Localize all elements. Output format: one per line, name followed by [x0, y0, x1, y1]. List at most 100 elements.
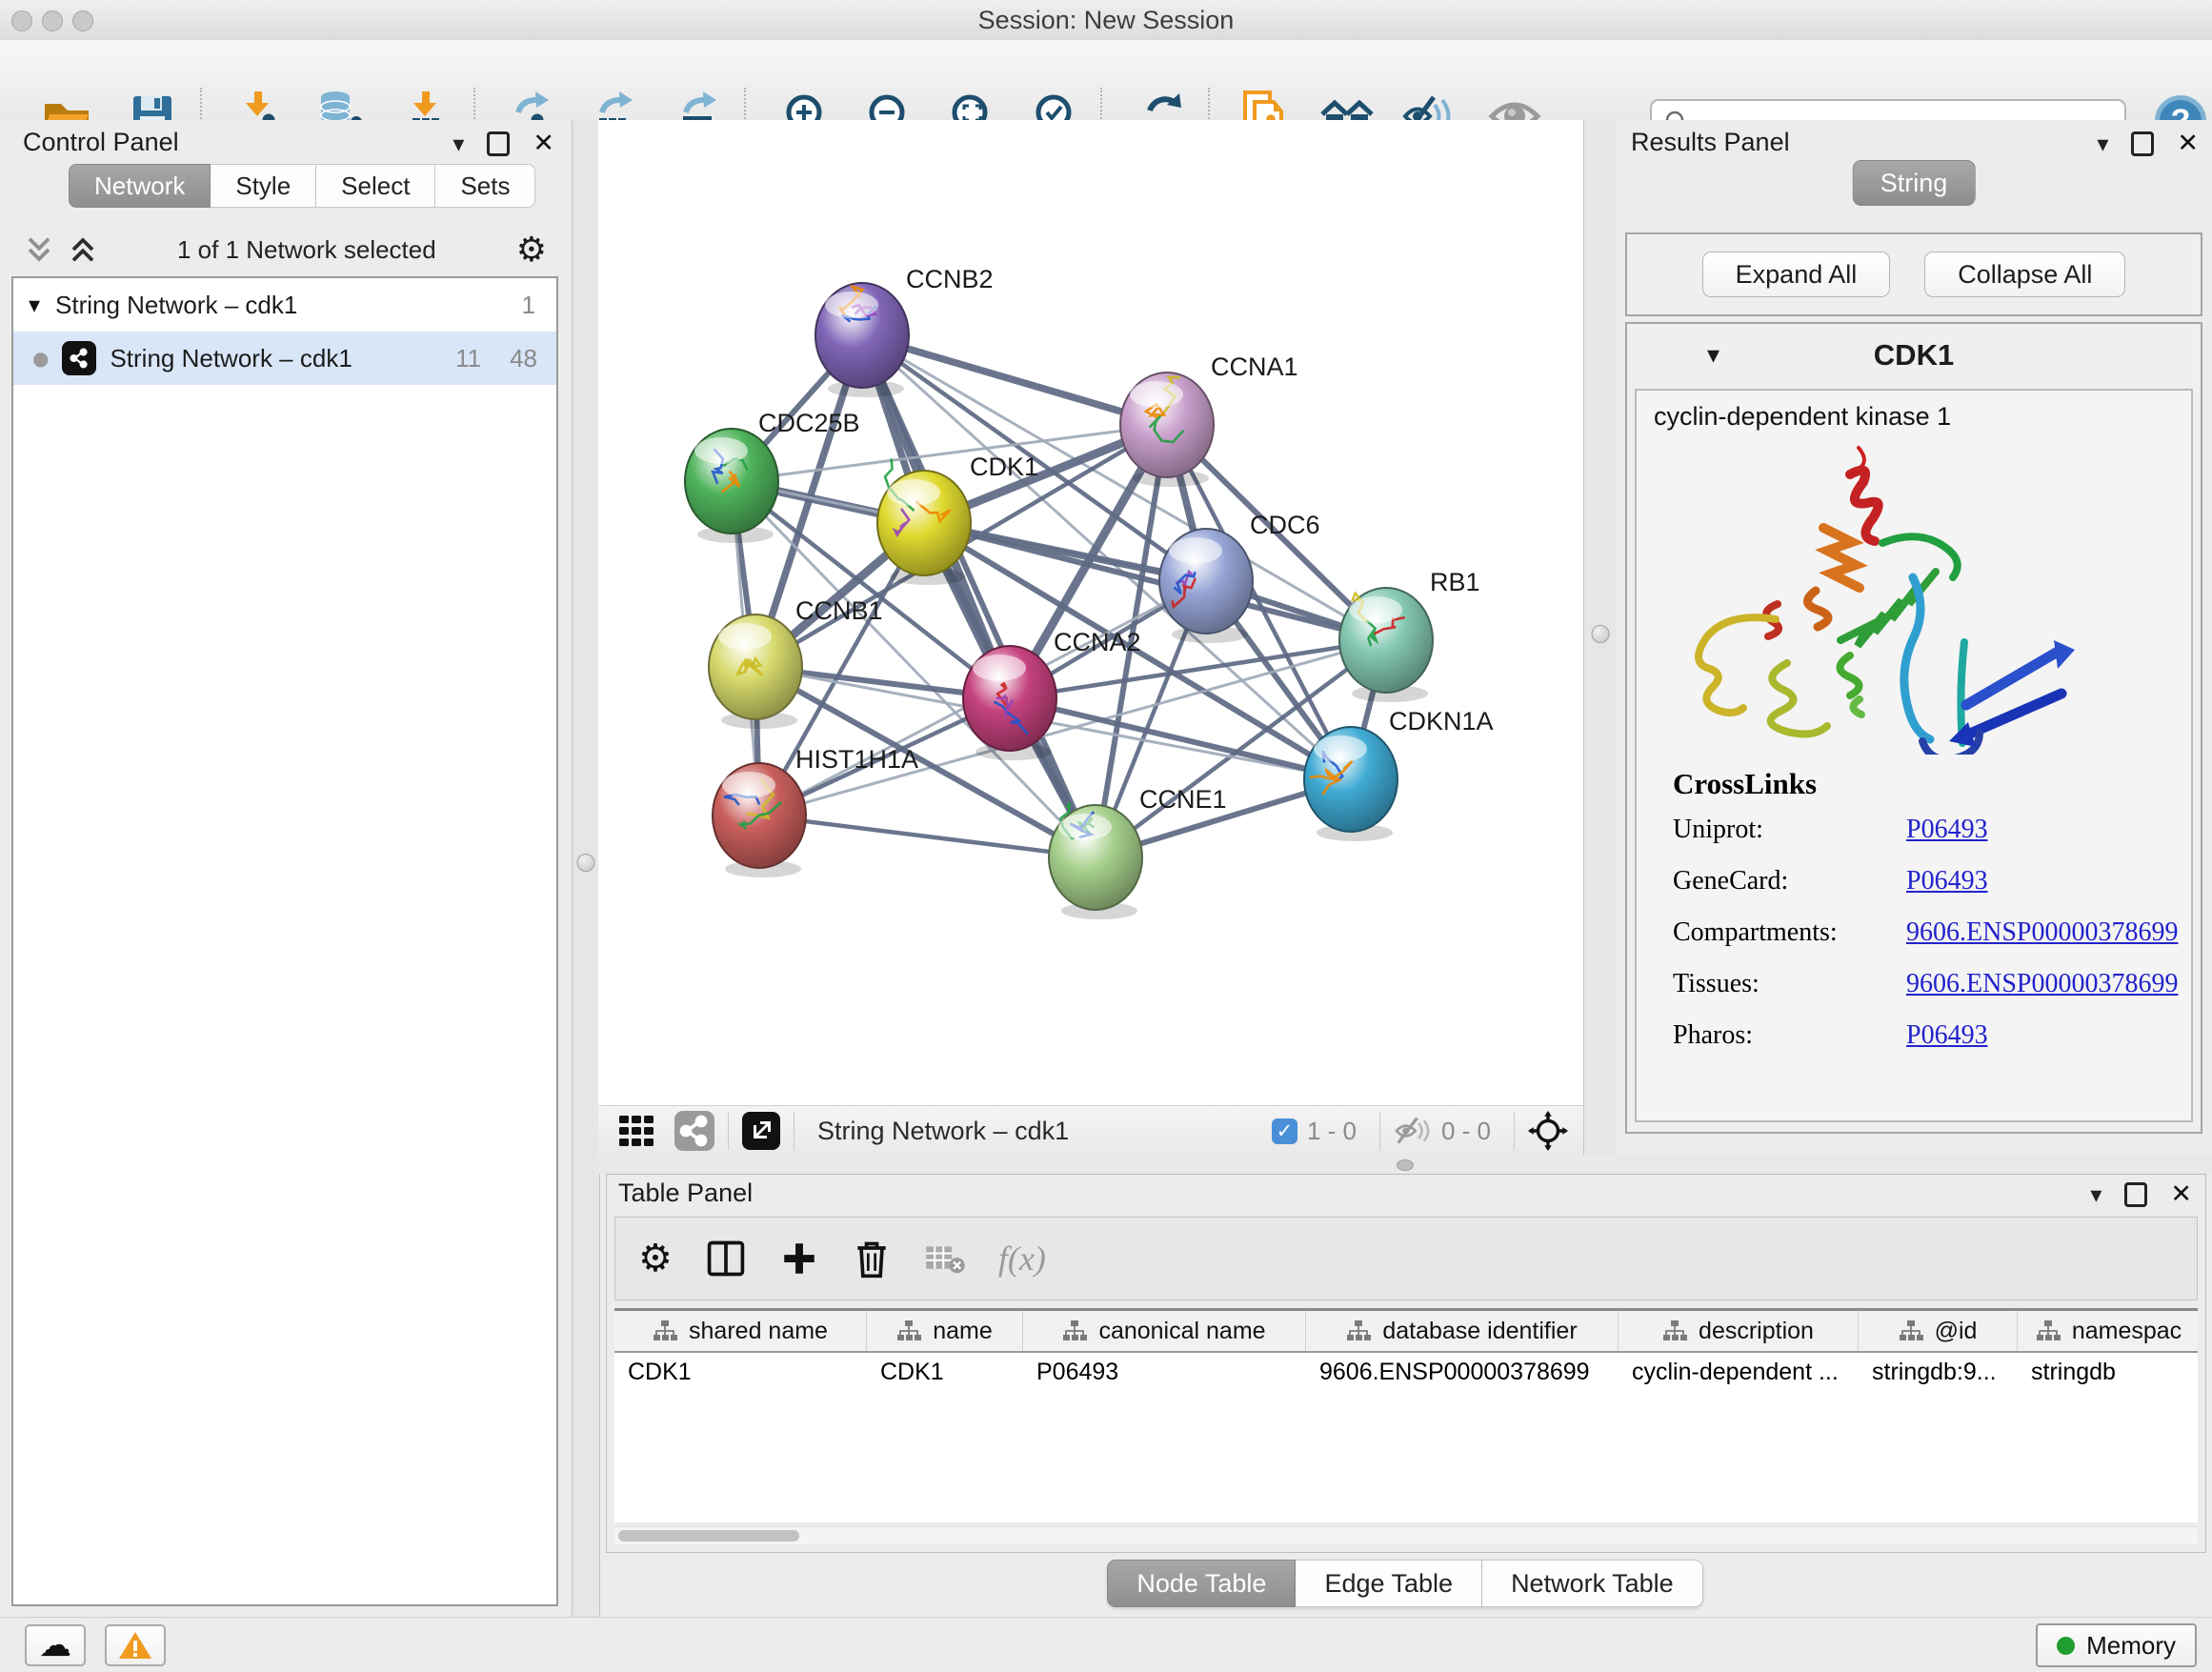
crosslink-value-link[interactable]: P06493	[1906, 815, 1988, 845]
add-column-button[interactable]	[779, 1239, 819, 1279]
panel-collapse-icon[interactable]: ▾	[2090, 1185, 2101, 1204]
footer-separator	[1379, 1112, 1380, 1150]
column-header[interactable]: database identifier	[1306, 1311, 1619, 1351]
panel-collapse-icon[interactable]: ▾	[2097, 134, 2108, 153]
tab-edge-table[interactable]: Edge Table	[1296, 1560, 1482, 1607]
selected-node-edge-count: 1 - 0	[1307, 1117, 1357, 1146]
expand-all-networks-button[interactable]	[69, 235, 97, 264]
column-header[interactable]: canonical name	[1023, 1311, 1306, 1351]
network-canvas[interactable]: CCNB2CCNA1CDC25BCDK1CDC6RB1CCNB1CCNA2CDK…	[598, 120, 1583, 1105]
crosslink-value-link[interactable]: P06493	[1906, 866, 1988, 896]
double-chevron-down-icon	[25, 235, 53, 264]
panel-close-icon[interactable]: ✕	[533, 134, 554, 153]
table-cell[interactable]: CDK1	[867, 1353, 1023, 1391]
collapse-all-networks-button[interactable]	[25, 235, 53, 264]
columns-icon	[705, 1238, 747, 1279]
network-view-share-button[interactable]	[674, 1111, 714, 1151]
network-edge[interactable]	[759, 816, 1096, 857]
column-type-icon	[1899, 1319, 1923, 1342]
tree-caret-icon[interactable]: ▾	[13, 292, 55, 318]
control-panel: Control Panel ▾ ✕ Network Style Select S…	[0, 120, 572, 1617]
network-row-selected[interactable]: ● String Network – cdk1 11 48	[13, 332, 556, 385]
window-title: Session: New Session	[0, 0, 2212, 40]
main-toolbar: ?	[0, 40, 2212, 121]
left-splitter[interactable]	[572, 120, 600, 1617]
right-splitter-knob[interactable]	[1592, 625, 1610, 643]
panel-close-icon[interactable]: ✕	[2170, 1185, 2192, 1204]
birds-eye-view-button[interactable]	[742, 1112, 780, 1150]
table-cell[interactable]: CDK1	[614, 1353, 867, 1391]
tab-string[interactable]: String	[1853, 160, 1976, 206]
table-cell[interactable]: stringdb	[2018, 1353, 2198, 1391]
panel-float-icon[interactable]	[2124, 1182, 2147, 1207]
column-header[interactable]: shared name	[614, 1311, 867, 1351]
network-collection-row[interactable]: ▾ String Network – cdk1 1	[13, 278, 556, 332]
column-header[interactable]: namespac	[2018, 1311, 2198, 1351]
control-panel-title: Control Panel	[23, 128, 179, 156]
panel-float-icon[interactable]	[2131, 131, 2154, 156]
network-node-CDKN1A[interactable]: CDKN1A	[1304, 707, 1494, 841]
grid-icon	[617, 1112, 655, 1150]
collapse-all-button[interactable]: Collapse All	[1924, 252, 2125, 297]
table-cell[interactable]: P06493	[1023, 1353, 1306, 1391]
node-label: CCNB2	[906, 265, 994, 293]
network-options-gear-icon[interactable]: ⚙	[516, 231, 547, 270]
tab-network[interactable]: Network	[69, 164, 211, 208]
table-settings-gear-icon[interactable]: ⚙	[638, 1237, 673, 1280]
gene-section-header[interactable]: ▾ CDK1	[1627, 324, 2201, 387]
delete-column-button[interactable]	[852, 1238, 892, 1279]
status-bar: ☁ Memory	[0, 1617, 2212, 1672]
network-collection-count: 1	[522, 291, 535, 320]
column-header[interactable]: @id	[1859, 1311, 2018, 1351]
network-node-RB1[interactable]: RB1	[1339, 568, 1480, 702]
table-horizontal-scrollbar[interactable]	[614, 1526, 2198, 1544]
crosslinks-section: CrossLinks Uniprot: P06493 GeneCard: P06…	[1673, 767, 2178, 1072]
crosslink-value-link[interactable]: P06493	[1906, 1020, 1988, 1051]
network-node-HIST1H1A[interactable]: HIST1H1A	[713, 745, 918, 877]
network-node-CCNE1[interactable]: CCNE1	[1049, 785, 1227, 919]
network-graph[interactable]: CCNB2CCNA1CDC25BCDK1CDC6RB1CCNB1CCNA2CDK…	[598, 120, 1583, 1105]
tab-select[interactable]: Select	[316, 164, 435, 208]
crosslink-value-link[interactable]: 9606.ENSP00000378699	[1906, 917, 2178, 948]
tab-network-table[interactable]: Network Table	[1482, 1560, 1703, 1607]
cloud-status-button[interactable]: ☁	[25, 1624, 86, 1666]
gene-details: cyclin-dependent kinase 1	[1635, 389, 2193, 1122]
left-splitter-knob[interactable]	[577, 854, 595, 872]
expand-all-button[interactable]: Expand All	[1702, 252, 1891, 297]
panel-close-icon[interactable]: ✕	[2177, 134, 2199, 153]
show-grid-button[interactable]	[617, 1112, 655, 1150]
tab-sets[interactable]: Sets	[435, 164, 535, 208]
horizontal-splitter[interactable]	[598, 1155, 2212, 1174]
panel-float-icon[interactable]	[487, 131, 510, 156]
table-cell[interactable]: cyclin-dependent ...	[1619, 1353, 1859, 1391]
table-toolbar: ⚙ f(x)	[614, 1217, 2198, 1300]
network-edge[interactable]	[862, 335, 1096, 857]
scrollbar-thumb[interactable]	[618, 1530, 799, 1541]
function-builder-icon[interactable]: f(x)	[998, 1239, 1046, 1279]
right-splitter[interactable]	[1583, 120, 1618, 1155]
table-cell[interactable]: 9606.ENSP00000378699	[1306, 1353, 1619, 1391]
column-header[interactable]: description	[1619, 1311, 1859, 1351]
section-caret-icon[interactable]: ▾	[1707, 341, 1719, 370]
memory-button[interactable]: Memory	[2036, 1623, 2197, 1667]
table-cell[interactable]: stringdb:9...	[1859, 1353, 2018, 1391]
horizontal-splitter-knob[interactable]	[1397, 1159, 1414, 1171]
warnings-button[interactable]	[105, 1624, 166, 1666]
expand-collapse-bar: Expand All Collapse All	[1625, 232, 2202, 316]
column-header[interactable]: name	[867, 1311, 1023, 1351]
hidden-eye-icon	[1394, 1114, 1432, 1148]
delete-table-button[interactable]	[924, 1241, 966, 1276]
table-header-row: shared name name canonical name database…	[614, 1311, 2198, 1353]
crosslink-value-link[interactable]: 9606.ENSP00000378699	[1906, 969, 2178, 999]
table-row[interactable]: CDK1 CDK1 P06493 9606.ENSP00000378699 cy…	[614, 1353, 2198, 1391]
show-columns-button[interactable]	[705, 1238, 747, 1279]
tab-style[interactable]: Style	[211, 164, 316, 208]
network-node-CCNB2[interactable]: CCNB2	[815, 265, 994, 397]
selected-checkbox-icon[interactable]: ✓	[1272, 1118, 1297, 1144]
network-selection-status: 1 of 1 Network selected	[97, 235, 516, 265]
hidden-items-button[interactable]	[1394, 1114, 1432, 1148]
panel-collapse-icon[interactable]: ▾	[452, 134, 464, 153]
fit-content-button[interactable]	[1528, 1111, 1568, 1151]
network-node-CCNB1[interactable]: CCNB1	[709, 596, 883, 729]
tab-node-table[interactable]: Node Table	[1107, 1560, 1296, 1607]
